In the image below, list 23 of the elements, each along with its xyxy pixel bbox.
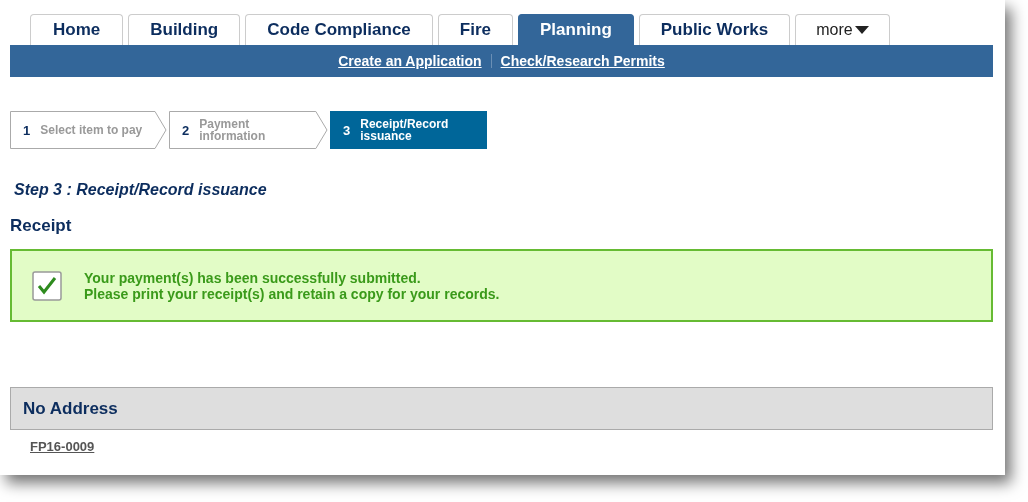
step-heading: Step 3 : Receipt/Record issuance bbox=[14, 181, 268, 199]
sub-nav-link[interactable]: Check/Research Permits bbox=[500, 53, 665, 69]
step-label: Select item to pay bbox=[40, 124, 143, 136]
record-link[interactable]: FP16-0009 bbox=[30, 439, 95, 454]
nav-tab[interactable]: Planning bbox=[518, 14, 634, 45]
nav-tab[interactable]: more bbox=[795, 14, 890, 45]
step-label: Payment information bbox=[199, 118, 267, 142]
step-number: 1 bbox=[23, 122, 31, 138]
message-text: Please print your receipt(s) and retain a copy for your records. bbox=[84, 285, 500, 302]
section-title: Receipt bbox=[10, 216, 73, 236]
sub-nav-link[interactable]: Create an Application bbox=[338, 53, 482, 69]
nav-tab[interactable]: Code Compliance bbox=[245, 14, 433, 45]
address-header: No Address bbox=[10, 387, 993, 430]
message-text: Your payment(s) has been successfully submitted. bbox=[84, 269, 422, 286]
nav-tab[interactable]: Public Works bbox=[638, 14, 791, 45]
step-number: 2 bbox=[182, 122, 190, 138]
step-number: 3 bbox=[343, 122, 351, 138]
nav-tab[interactable]: Fire bbox=[437, 14, 513, 45]
nav-tab[interactable]: Home bbox=[30, 14, 124, 45]
caret-icon bbox=[854, 26, 869, 34]
checkmark-icon bbox=[32, 270, 62, 301]
nav-tab[interactable]: Building bbox=[128, 14, 241, 45]
step-label: Receipt/Record issuance bbox=[360, 118, 450, 142]
